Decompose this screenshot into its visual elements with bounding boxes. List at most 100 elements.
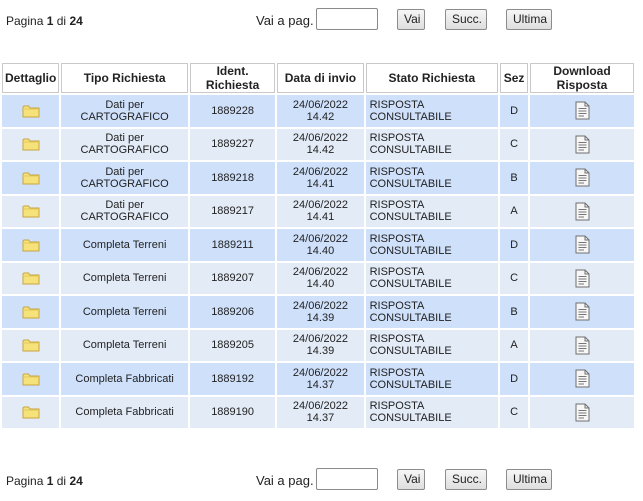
col-header-data: Data di invio	[277, 63, 364, 93]
table-row: Dati per CARTOGRAFICO 1889217 24/06/2022 1…	[2, 195, 634, 227]
detail-cell[interactable]	[2, 329, 60, 361]
detail-cell[interactable]	[2, 195, 60, 227]
stato-richiesta: RISPOSTA CONSULTABILE	[365, 95, 499, 127]
folder-icon[interactable]	[4, 271, 57, 285]
data-invio: 24/06/2022 14.42	[277, 95, 364, 127]
download-cell[interactable]	[530, 162, 634, 194]
vai-button[interactable]: Vai	[397, 9, 425, 30]
document-icon[interactable]	[532, 168, 632, 187]
sezione: A	[500, 329, 529, 361]
ident-richiesta: 1889190	[189, 396, 276, 428]
table-row: Completa Fabbricati 1889192 24/06/2022 14.…	[2, 363, 634, 395]
tipo-richiesta: Dati per CARTOGRAFICO	[61, 195, 188, 227]
folder-icon[interactable]	[4, 204, 57, 218]
document-icon[interactable]	[532, 336, 632, 355]
goto-page-input[interactable]	[316, 468, 378, 490]
ident-richiesta: 1889207	[189, 262, 276, 294]
folder-icon[interactable]	[4, 338, 57, 352]
detail-cell[interactable]	[2, 363, 60, 395]
last-page-button[interactable]: Ultima	[506, 469, 552, 490]
col-header-sez: Sez	[500, 63, 529, 93]
download-cell[interactable]	[530, 195, 634, 227]
sezione: D	[500, 229, 529, 261]
pager-top: Pagina 1 di 24 Vai a pag. Vai Succ. Ulti…	[0, 8, 643, 34]
ident-richiesta: 1889205	[189, 329, 276, 361]
detail-cell[interactable]	[2, 128, 60, 160]
document-icon[interactable]	[532, 135, 632, 154]
document-icon[interactable]	[532, 202, 632, 221]
stato-richiesta: RISPOSTA CONSULTABILE	[365, 162, 499, 194]
stato-richiesta: RISPOSTA CONSULTABILE	[365, 262, 499, 294]
detail-cell[interactable]	[2, 262, 60, 294]
col-header-ident: Ident. Richiesta	[189, 63, 276, 93]
tipo-richiesta: Dati per CARTOGRAFICO	[61, 128, 188, 160]
sezione: C	[500, 262, 529, 294]
document-icon[interactable]	[532, 101, 632, 120]
col-header-tipo: Tipo Richiesta	[61, 63, 188, 93]
download-cell[interactable]	[530, 95, 634, 127]
table-header-row: Dettaglio Tipo Richiesta Ident. Richiest…	[2, 63, 634, 93]
goto-page-input[interactable]	[316, 8, 378, 30]
data-invio: 24/06/2022 14.42	[277, 128, 364, 160]
stato-richiesta: RISPOSTA CONSULTABILE	[365, 128, 499, 160]
document-icon[interactable]	[532, 403, 632, 422]
data-invio: 24/06/2022 14.41	[277, 195, 364, 227]
detail-cell[interactable]	[2, 95, 60, 127]
tipo-richiesta: Completa Terreni	[61, 262, 188, 294]
document-icon[interactable]	[532, 235, 632, 254]
folder-icon[interactable]	[4, 405, 57, 419]
folder-icon[interactable]	[4, 372, 57, 386]
table-row: Dati per CARTOGRAFICO 1889218 24/06/2022 1…	[2, 162, 634, 194]
data-invio: 24/06/2022 14.37	[277, 363, 364, 395]
vai-button[interactable]: Vai	[397, 469, 425, 490]
ident-richiesta: 1889228	[189, 95, 276, 127]
folder-icon[interactable]	[4, 305, 57, 319]
data-invio: 24/06/2022 14.40	[277, 229, 364, 261]
tipo-richiesta: Dati per CARTOGRAFICO	[61, 162, 188, 194]
tipo-richiesta: Completa Terreni	[61, 229, 188, 261]
document-icon[interactable]	[532, 369, 632, 388]
data-invio: 24/06/2022 14.40	[277, 262, 364, 294]
stato-richiesta: RISPOSTA CONSULTABILE	[365, 329, 499, 361]
table-row: Dati per CARTOGRAFICO 1889228 24/06/2022 1…	[2, 95, 634, 127]
document-icon[interactable]	[532, 302, 632, 321]
requests-table: Dettaglio Tipo Richiesta Ident. Richiest…	[0, 61, 636, 430]
pager-bottom: Pagina 1 di 24 Vai a pag. Vai Succ. Ulti…	[0, 468, 643, 494]
next-page-button[interactable]: Succ.	[445, 9, 487, 30]
download-cell[interactable]	[530, 262, 634, 294]
detail-cell[interactable]	[2, 162, 60, 194]
goto-page-label: Vai a pag.	[256, 13, 314, 28]
table-row: Completa Terreni 1889205 24/06/2022 14.39 R…	[2, 329, 634, 361]
download-cell[interactable]	[530, 229, 634, 261]
table-row: Dati per CARTOGRAFICO 1889227 24/06/2022 1…	[2, 128, 634, 160]
download-cell[interactable]	[530, 296, 634, 328]
download-cell[interactable]	[530, 396, 634, 428]
folder-icon[interactable]	[4, 238, 57, 252]
table-row: Completa Terreni 1889211 24/06/2022 14.40 R…	[2, 229, 634, 261]
folder-icon[interactable]	[4, 171, 57, 185]
last-page-button[interactable]: Ultima	[506, 9, 552, 30]
tipo-richiesta: Completa Terreni	[61, 296, 188, 328]
ident-richiesta: 1889227	[189, 128, 276, 160]
sezione: D	[500, 363, 529, 395]
stato-richiesta: RISPOSTA CONSULTABILE	[365, 229, 499, 261]
data-invio: 24/06/2022 14.37	[277, 396, 364, 428]
sezione: D	[500, 95, 529, 127]
detail-cell[interactable]	[2, 229, 60, 261]
data-invio: 24/06/2022 14.39	[277, 296, 364, 328]
download-cell[interactable]	[530, 329, 634, 361]
folder-icon[interactable]	[4, 137, 57, 151]
data-invio: 24/06/2022 14.39	[277, 329, 364, 361]
sezione: B	[500, 296, 529, 328]
ident-richiesta: 1889218	[189, 162, 276, 194]
folder-icon[interactable]	[4, 104, 57, 118]
goto-page-label: Vai a pag.	[256, 473, 314, 488]
download-cell[interactable]	[530, 128, 634, 160]
ident-richiesta: 1889211	[189, 229, 276, 261]
document-icon[interactable]	[532, 269, 632, 288]
next-page-button[interactable]: Succ.	[445, 469, 487, 490]
sezione: A	[500, 195, 529, 227]
download-cell[interactable]	[530, 363, 634, 395]
detail-cell[interactable]	[2, 296, 60, 328]
detail-cell[interactable]	[2, 396, 60, 428]
